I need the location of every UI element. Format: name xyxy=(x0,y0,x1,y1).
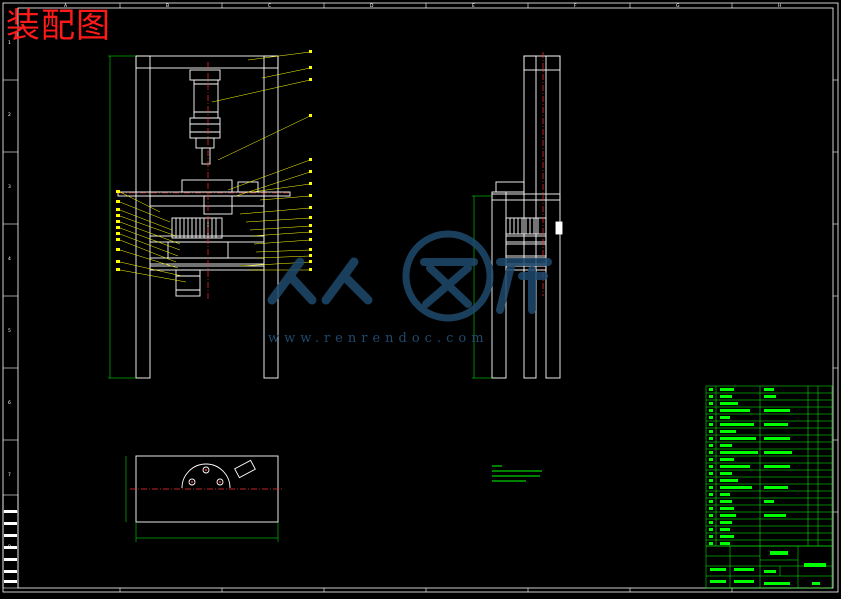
zone-col-label: H xyxy=(778,3,781,9)
drawing-title: 装配图 xyxy=(6,6,111,46)
zone-row-label: 6 xyxy=(8,400,11,406)
zone-col-label: G xyxy=(676,3,680,9)
zone-col-label: C xyxy=(268,3,271,9)
drawing-sheet: A B C D E F G H 1 2 3 4 5 6 7 8 xyxy=(0,0,841,595)
zone-col-label: E xyxy=(472,3,475,9)
zone-col-label: B xyxy=(166,3,169,9)
zone-row-label: 7 xyxy=(8,472,11,478)
zone-row-label: 5 xyxy=(8,328,11,334)
zone-row-label: 2 xyxy=(8,112,11,118)
zone-row-label: 4 xyxy=(8,256,11,262)
cad-drawing: A B C D E F G H 1 2 3 4 5 6 7 8 xyxy=(0,0,841,595)
watermark-site: www.renrendoc.com xyxy=(268,331,489,346)
zone-col-label: D xyxy=(370,3,374,9)
zone-col-label: F xyxy=(574,3,577,9)
zone-row-label: 3 xyxy=(8,184,11,190)
